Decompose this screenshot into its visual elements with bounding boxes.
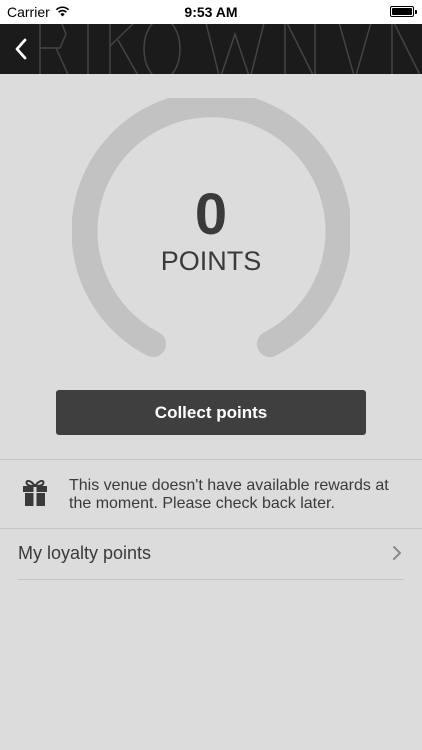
points-gauge: 0 POINTS <box>71 91 352 358</box>
rewards-message: This venue doesn't have available reward… <box>69 477 389 512</box>
points-label: POINTS <box>160 246 262 276</box>
divider <box>18 579 404 580</box>
loyalty-points-label: My loyalty points <box>18 543 152 563</box>
banner-graphic <box>39 24 421 74</box>
nav-bar <box>0 24 422 74</box>
my-loyalty-points-row[interactable]: My loyalty points <box>0 529 422 579</box>
rewards-info: This venue doesn't have available reward… <box>0 460 422 528</box>
battery-icon <box>390 6 417 17</box>
status-time: 9:53 AM <box>184 4 238 20</box>
chevron-left-icon <box>15 38 27 60</box>
chevron-right-icon <box>393 546 401 560</box>
points-value: 0 <box>194 182 228 247</box>
status-bar: Carrier 9:53 AM <box>0 0 422 24</box>
gift-icon <box>23 479 47 506</box>
collect-points-button[interactable]: Collect points <box>56 390 366 435</box>
back-button[interactable] <box>4 24 38 74</box>
